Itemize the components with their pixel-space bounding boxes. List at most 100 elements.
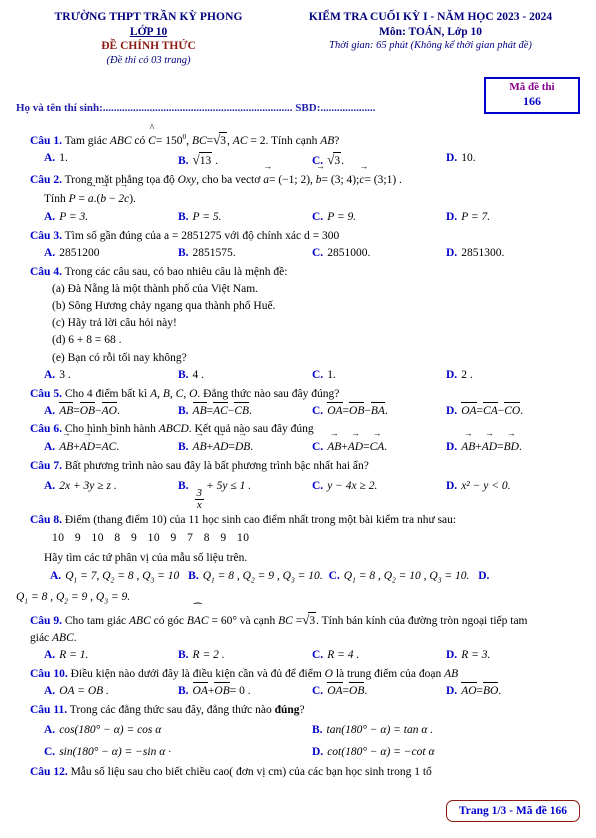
q4-option-a-text: 3 . xyxy=(59,368,71,381)
q6-option-c-letter: C. xyxy=(312,441,324,454)
q9-bc: BC xyxy=(278,614,293,627)
name-sbd-field[interactable]: Họ và tên thí sinh:.....................… xyxy=(16,102,478,114)
q10-option-d-text: AO=BO. xyxy=(461,681,501,701)
q1-option-a[interactable]: A. 1. xyxy=(44,150,178,171)
q4-option-b-letter: B. xyxy=(178,368,189,381)
question-1: Câu 1. Tam giác ABC có C= 1500, BC=√3, A… xyxy=(16,124,580,171)
q9-option-a[interactable]: A. R = 1. xyxy=(44,647,178,665)
q11-text-2: ? xyxy=(299,703,305,716)
q11-option-d[interactable]: D. cot(180° − α) = −cot α xyxy=(312,741,580,763)
q2-option-c[interactable]: C. P = 9. xyxy=(312,209,446,227)
q3-option-c[interactable]: C. 2851000. xyxy=(312,245,446,263)
q2-sub-vector-b: b xyxy=(100,180,106,208)
q1-eq3: = 2. Tính cạnh xyxy=(250,134,318,147)
q4-option-c[interactable]: C. 1. xyxy=(312,367,446,385)
q5-option-c[interactable]: C. OA=OB−BA. xyxy=(312,401,446,421)
question-2: Câu 2. Trong mặt phẳng tọa độ Oxy, cho b… xyxy=(16,162,580,227)
q4-option-d[interactable]: D. 2 . xyxy=(446,367,580,385)
q7-option-d-text: x² − y < 0. xyxy=(461,480,511,493)
q7-option-c-letter: C. xyxy=(312,480,324,493)
q2-option-d[interactable]: D. P = 7. xyxy=(446,209,580,227)
q5-option-d-text: OA=CA−CO. xyxy=(461,401,523,421)
q10-option-a[interactable]: A. OA = OB . xyxy=(44,683,178,701)
q9-text-5: . Tính bán kính của đường tròn ngoại tiế… xyxy=(316,614,528,627)
q2-option-b[interactable]: B. P = 5. xyxy=(178,209,312,227)
q3-option-d-letter: D. xyxy=(446,246,458,259)
q1-option-b[interactable]: B. √13 . xyxy=(178,150,312,171)
q11-option-c-text: sin(180° − α) = −sin α · xyxy=(59,745,172,758)
header-right-block: KIỂM TRA CUỐI KỲ I - NĂM HỌC 2023 - 2024… xyxy=(281,10,580,68)
page-count-note: (Đề thi có 03 trang) xyxy=(106,55,191,67)
q5-text-2: . Đẳng thức nào sau đây đúng? xyxy=(197,387,340,400)
q8-option-b-text: Q1 = 8 , Q2 = 9 , Q3 = 10. xyxy=(202,569,323,585)
q6-option-d-text: AB+AD=BD. xyxy=(461,430,522,457)
q8-option-c-letter[interactable]: C. xyxy=(329,570,340,582)
q4-option-b[interactable]: B. 4 . xyxy=(178,367,312,385)
question-10-options: A. OA = OB . B. OA+OB= 0 . C. OA=OB. D. AO=B… xyxy=(16,681,580,701)
q2-sub-dot: . xyxy=(93,193,97,206)
q10-text-1: Điều kiện nào dưới đây là điều kiện cần … xyxy=(70,667,322,680)
q2-vector-b: b xyxy=(316,162,322,189)
q1-text-a: Tam giác xyxy=(64,134,107,147)
q1-option-a-text: 1. xyxy=(59,151,68,164)
question-6: Câu 6. Cho hình bình hành ABCD. Kết quả … xyxy=(16,421,580,457)
q9-option-d[interactable]: D. R = 3. xyxy=(446,647,580,665)
q9-text-1: Cho tam giác xyxy=(64,614,127,627)
q8-option-a-letter[interactable]: A. xyxy=(50,570,61,582)
q9-text-6: giác xyxy=(30,631,50,644)
q6-option-d[interactable]: D.AB+AD=BD. xyxy=(446,430,580,457)
q8-option-d-letter[interactable]: D. xyxy=(478,570,489,582)
q6-option-a[interactable]: A.AB+AD=AC. xyxy=(44,430,178,457)
question-10-stem: Câu 10. Điều kiện nào dưới đây là điều k… xyxy=(16,666,580,683)
question-8-text: Điểm (thang điểm 10) của 11 học sinh cao… xyxy=(64,514,457,526)
q5-option-c-letter: C. xyxy=(312,404,324,417)
q11-option-c-letter: C. xyxy=(44,745,56,758)
question-9-stem: Câu 9. Cho tam giác ABC có góc BAC = 60°… xyxy=(16,605,580,630)
q5-option-a[interactable]: A. AB=OB−AO. xyxy=(44,401,178,421)
q9-option-b[interactable]: B. R = 2 . xyxy=(178,647,312,665)
q1-option-b-letter: B. xyxy=(178,154,189,167)
q1-option-d-text: 10. xyxy=(461,151,476,164)
q10-option-d[interactable]: D. AO=BO. xyxy=(446,681,580,701)
q2-c-value: = (3;1) . xyxy=(364,174,402,187)
q1-qmark: ? xyxy=(334,134,340,147)
q9-option-c[interactable]: C. R = 4 . xyxy=(312,647,446,665)
q11-option-a-text: cos(180° − α) = cos α xyxy=(59,723,162,736)
q1-option-b-text: √13 . xyxy=(193,150,218,171)
question-2-label: Câu 2. xyxy=(30,174,62,187)
q10-option-c-letter: C. xyxy=(312,684,324,697)
q3-option-d[interactable]: D. 2851300. xyxy=(446,245,580,263)
q8-option-b-letter[interactable]: B. xyxy=(188,570,199,582)
q7-option-b[interactable]: B. 3 x + 5y ≤ 1 . xyxy=(178,475,312,511)
question-11: Câu 11. Trong các đẳng thức sau đây, đẳn… xyxy=(16,702,580,764)
q6-option-b[interactable]: B. AB+AD=DB. xyxy=(178,430,312,457)
q3-option-a[interactable]: A. 2851200 xyxy=(44,245,178,263)
page-header: TRƯỜNG THPT TRẦN KỲ PHONG LỚP 10 ĐỀ CHÍN… xyxy=(16,10,580,68)
q11-option-a[interactable]: A. cos(180° − α) = cos α xyxy=(44,719,312,741)
q11-option-c[interactable]: C. sin(180° − α) = −sin α · xyxy=(44,741,312,763)
q6-option-c[interactable]: C.AB+AD=CA. xyxy=(312,430,446,457)
question-3-text: Tìm số gần đúng của a = 2851275 với độ c… xyxy=(64,229,340,242)
q10-option-b[interactable]: B. OA+OB= 0 . xyxy=(178,681,312,701)
q3-option-a-text: 2851200 xyxy=(59,246,100,259)
q1-option-c[interactable]: C. √3. xyxy=(312,150,446,171)
q7-option-d[interactable]: D. x² − y < 0. xyxy=(446,475,580,511)
q5-option-b[interactable]: B. AB=AC−CB. xyxy=(178,401,312,421)
q7-option-a[interactable]: A. 2x + 3y ≥ z . xyxy=(44,475,178,511)
q4-option-a[interactable]: A. 3 . xyxy=(44,367,178,385)
q1-option-d[interactable]: D. 10. xyxy=(446,150,580,171)
q11-option-b[interactable]: B. tan(180° − α) = tan α . xyxy=(312,719,580,741)
q3-option-b[interactable]: B. 2851575. xyxy=(178,245,312,263)
question-1-options: A. 1. B. √13 . C. √3. D. 10. xyxy=(16,150,580,171)
question-11-options-row1: A. cos(180° − α) = cos α B. tan(180° − α) … xyxy=(16,719,580,741)
q10-option-c[interactable]: C. OA=OB. xyxy=(312,681,446,701)
q4-item-c: (c) Hãy trả lời câu hỏi này! xyxy=(52,317,177,330)
school-name: TRƯỜNG THPT TRẦN KỲ PHONG xyxy=(54,11,243,23)
q2-sub-p: P xyxy=(68,193,76,206)
q10-point-o: O xyxy=(324,667,333,680)
q5-option-d[interactable]: D. OA=CA−CO. xyxy=(446,401,580,421)
q10-option-b-text: OA+OB= 0 . xyxy=(192,681,251,701)
q9-angle-bac: BAC xyxy=(187,605,209,630)
q7-option-c[interactable]: C. y − 4x ≥ 2. xyxy=(312,475,446,511)
q2-option-a[interactable]: A. P = 3. xyxy=(44,209,178,227)
